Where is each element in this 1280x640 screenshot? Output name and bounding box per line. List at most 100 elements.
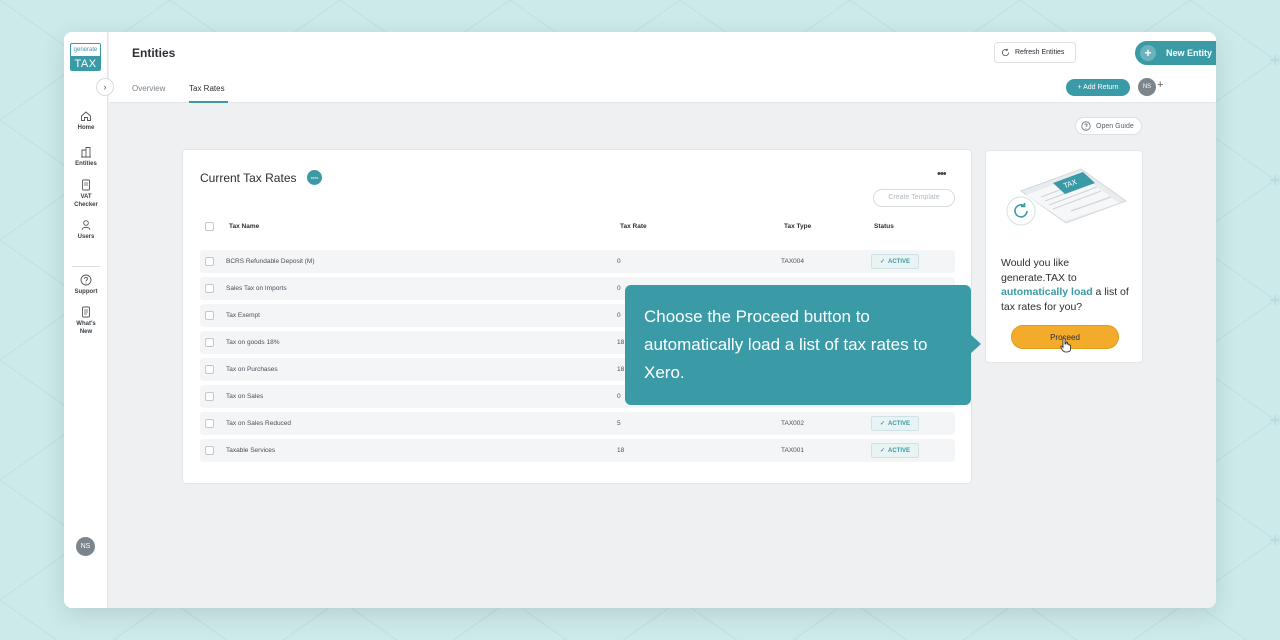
tax-name: Taxable Services bbox=[226, 447, 276, 454]
column-header-tax-name: Tax Name bbox=[229, 223, 260, 230]
row-checkbox[interactable] bbox=[205, 419, 214, 428]
refresh-entities-label: Refresh Entities bbox=[1015, 49, 1065, 56]
tax-name: Tax Exempt bbox=[226, 312, 260, 319]
column-header-tax-rate: Tax Rate bbox=[620, 223, 647, 230]
tax-name: Sales Tax on Imports bbox=[226, 285, 287, 292]
check-icon: ✓ bbox=[879, 421, 885, 427]
add-user-icon[interactable]: + bbox=[1157, 79, 1163, 91]
card-title: Current Tax Rates bbox=[200, 171, 297, 185]
tax-rate: 0 bbox=[617, 285, 621, 292]
document-icon bbox=[82, 306, 90, 318]
status-text: ACTIVE bbox=[888, 447, 911, 454]
home-icon bbox=[81, 111, 91, 121]
column-header-tax-type: Tax Type bbox=[784, 223, 812, 230]
row-checkbox[interactable] bbox=[205, 311, 214, 320]
tax-type: TAX002 bbox=[781, 420, 805, 427]
tax-rate: 5 bbox=[617, 420, 621, 427]
sidebar-item-label: Users bbox=[77, 234, 95, 240]
tooltip-arrow bbox=[970, 334, 981, 354]
sidebar-item-label: Support bbox=[74, 289, 98, 295]
table-row[interactable]: Tax on Sales Reduced 5 TAX002 ✓ ACTIVE bbox=[200, 412, 955, 435]
hand-cursor-icon bbox=[1060, 337, 1071, 353]
check-icon: ✓ bbox=[879, 259, 885, 265]
logo-top-text: generate bbox=[73, 47, 98, 53]
user-icon bbox=[81, 220, 91, 231]
sidebar-item-label-2: New bbox=[79, 329, 93, 335]
check-icon: ✓ bbox=[879, 448, 885, 454]
sidebar-item-whats-new[interactable]: What's New bbox=[64, 306, 108, 336]
header: Entities Overview Tax Rates Refresh Enti… bbox=[109, 32, 1216, 103]
xero-badge: xero bbox=[307, 170, 322, 185]
promo-text: Would you like generate.TAX to automatic… bbox=[1001, 256, 1136, 314]
guide-tooltip: Choose the Proceed button to automatical… bbox=[625, 285, 971, 405]
row-checkbox[interactable] bbox=[205, 392, 214, 401]
status-text: ACTIVE bbox=[888, 420, 911, 427]
question-icon bbox=[1081, 121, 1091, 131]
open-guide-label: Open Guide bbox=[1096, 122, 1134, 130]
question-icon bbox=[80, 274, 92, 286]
tax-rate: 18 bbox=[617, 447, 625, 454]
tax-rate: 0 bbox=[617, 312, 621, 319]
tab-tax-rates[interactable]: Tax Rates bbox=[189, 84, 225, 93]
tax-type: TAX004 bbox=[781, 258, 805, 265]
tax-rate: 18 bbox=[617, 366, 625, 373]
status-text: ACTIVE bbox=[888, 258, 911, 265]
row-checkbox[interactable] bbox=[205, 338, 214, 347]
new-entity-label: New Entity bbox=[1166, 48, 1213, 58]
auto-load-promo-card: TAX Would you like generate.TAX to autom… bbox=[985, 150, 1143, 363]
document-icon bbox=[82, 179, 90, 191]
create-template-button[interactable]: Create Template bbox=[873, 189, 955, 207]
column-header-status: Status bbox=[874, 223, 894, 230]
app-logo[interactable]: generate TAX bbox=[70, 43, 101, 71]
sidebar-item-label: What's bbox=[76, 321, 96, 327]
row-checkbox[interactable] bbox=[205, 284, 214, 293]
sidebar-item-support[interactable]: Support bbox=[64, 274, 108, 296]
building-icon bbox=[81, 147, 91, 158]
sidebar-divider bbox=[72, 266, 100, 267]
avatar[interactable]: NS bbox=[76, 537, 95, 556]
sidebar-item-entities[interactable]: Entities bbox=[64, 146, 108, 168]
avatar[interactable]: NS bbox=[1138, 78, 1156, 96]
open-guide-button[interactable]: Open Guide bbox=[1075, 117, 1142, 135]
tax-name: Tax on Sales bbox=[226, 393, 264, 400]
more-options-icon[interactable]: ••• bbox=[937, 168, 947, 180]
tax-rate: 0 bbox=[617, 393, 621, 400]
sidebar-item-users[interactable]: Users bbox=[64, 219, 108, 241]
row-checkbox[interactable] bbox=[205, 446, 214, 455]
tax-name: BCRS Refundable Deposit (M) bbox=[226, 258, 315, 265]
refresh-icon bbox=[1001, 48, 1010, 57]
sidebar-item-home[interactable]: Home bbox=[64, 110, 108, 132]
logo-bottom-text: TAX bbox=[71, 56, 100, 70]
row-checkbox[interactable] bbox=[205, 365, 214, 374]
table-row[interactable]: Taxable Services 18 TAX001 ✓ ACTIVE bbox=[200, 439, 955, 462]
tax-document-illustration: TAX bbox=[1006, 168, 1128, 226]
promo-text-part: Would you like generate.TAX to bbox=[1001, 257, 1077, 284]
tax-rate: 18 bbox=[617, 339, 625, 346]
table-row[interactable]: BCRS Refundable Deposit (M) 0 TAX004 ✓ A… bbox=[200, 250, 955, 273]
tab-overview[interactable]: Overview bbox=[132, 84, 165, 93]
status-badge: ✓ ACTIVE bbox=[871, 443, 919, 458]
status-badge: ✓ ACTIVE bbox=[871, 254, 919, 269]
status-badge: ✓ ACTIVE bbox=[871, 416, 919, 431]
page-title: Entities bbox=[132, 46, 176, 60]
sidebar: generate TAX Home Entities VAT Checker U… bbox=[64, 32, 108, 608]
refresh-entities-button[interactable]: Refresh Entities bbox=[994, 42, 1076, 63]
tax-type: TAX001 bbox=[781, 447, 805, 454]
tax-rate: 0 bbox=[617, 258, 621, 265]
tax-name: Tax on Sales Reduced bbox=[226, 420, 292, 427]
row-checkbox[interactable] bbox=[205, 257, 214, 266]
sidebar-item-label: VAT bbox=[80, 194, 92, 200]
active-tab-indicator bbox=[189, 101, 228, 103]
add-return-button[interactable]: + Add Return bbox=[1066, 79, 1130, 96]
sidebar-item-vat-checker[interactable]: VAT Checker bbox=[64, 179, 108, 209]
promo-highlight: automatically load bbox=[1001, 286, 1093, 298]
tax-name: Tax on Purchases bbox=[226, 366, 278, 373]
new-entity-button[interactable]: + New Entity bbox=[1135, 41, 1216, 65]
tax-name: Tax on goods 18% bbox=[226, 339, 280, 346]
sidebar-item-label: Home bbox=[77, 125, 95, 131]
plus-icon: + bbox=[1140, 45, 1156, 61]
chevron-right-icon[interactable]: › bbox=[96, 78, 114, 96]
select-all-checkbox[interactable] bbox=[205, 222, 214, 231]
sidebar-item-label-2: Checker bbox=[74, 202, 98, 208]
sidebar-item-label: Entities bbox=[75, 161, 97, 167]
